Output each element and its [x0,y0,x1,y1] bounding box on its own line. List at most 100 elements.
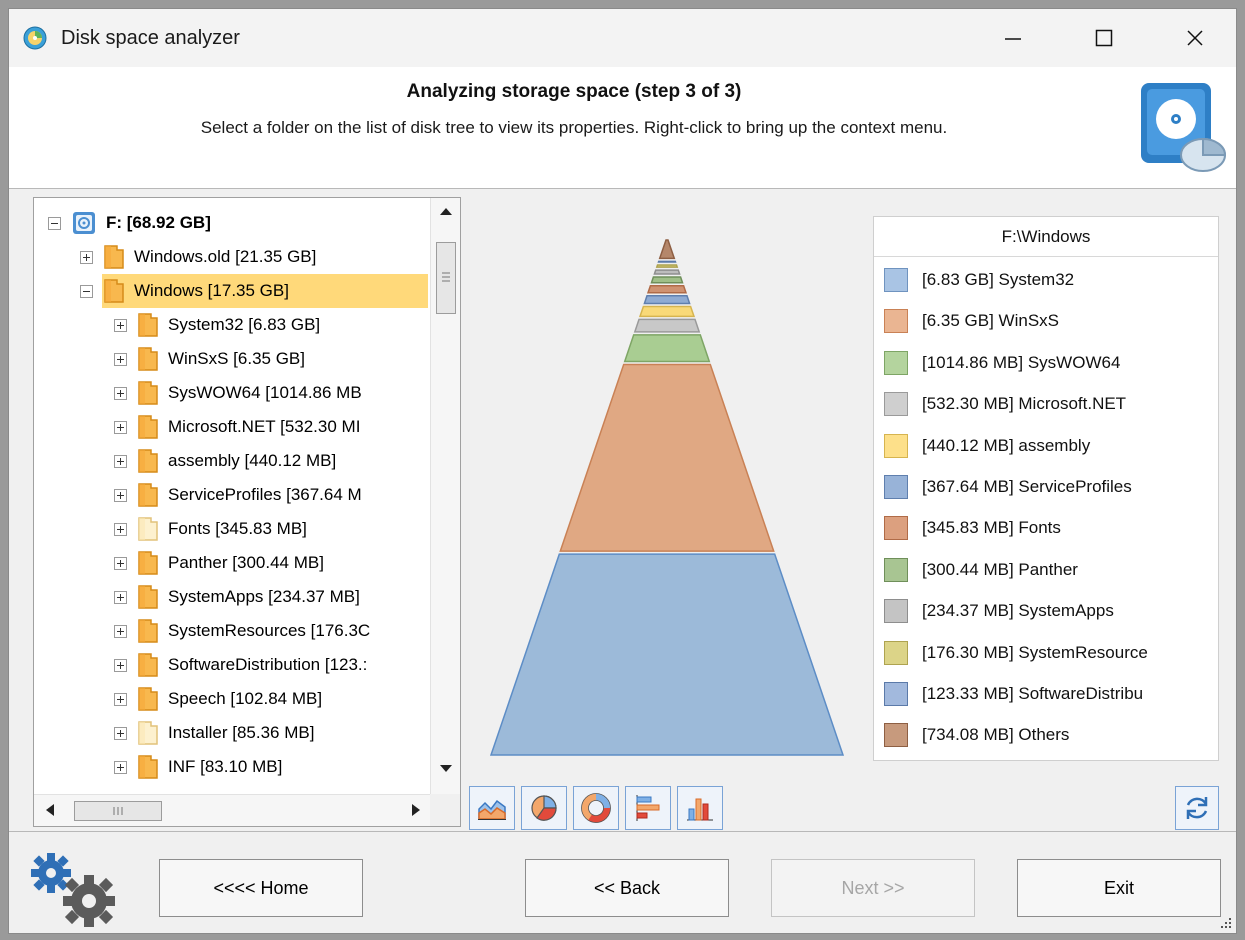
column-chart-icon [687,798,713,821]
pyramid-segment[interactable] [623,334,711,363]
tree-item[interactable]: SystemResources [176.3C [114,614,370,648]
scroll-left-icon[interactable] [36,795,62,825]
bar-chart-button[interactable] [625,786,671,830]
scroll-right-icon[interactable] [404,795,430,825]
area-chart-button[interactable] [469,786,515,830]
tree-root-label: F: [68.92 GB] [106,213,211,232]
expand-icon[interactable] [114,522,127,536]
legend-swatch [884,599,908,624]
expand-icon[interactable] [114,454,127,468]
tree-item[interactable]: Installer [85.36 MB] [114,716,314,750]
legend-swatch [884,640,908,665]
tree-item[interactable]: ServiceProfiles [367.64 M [114,478,362,512]
close-button[interactable] [1164,9,1226,67]
next-button: Next >> [771,859,975,917]
title-bar: Disk space analyzer [9,9,1236,67]
disk-tree[interactable]: F: [68.92 GB] Windows.old [21.35 GB] Wind… [33,197,461,827]
expand-icon[interactable] [114,658,127,672]
folder-icon [138,381,158,405]
tree-item[interactable]: Microsoft.NET [532.30 MI [114,410,360,444]
minimize-button[interactable] [982,9,1044,67]
pyramid-segment[interactable] [638,305,696,318]
expand-icon[interactable] [114,488,127,502]
pyramid-segment[interactable] [633,318,701,333]
pyramid-segment[interactable] [643,295,691,305]
pyramid-segment[interactable] [489,553,845,756]
maximize-button[interactable] [1073,9,1135,67]
expand-icon[interactable] [114,624,127,638]
vertical-scroll-thumb[interactable] [436,242,456,314]
collapse-icon[interactable] [80,284,93,298]
legend-item: [300.44 MB] Panther [884,555,1078,585]
legend-label: [367.64 MB] ServiceProfiles [922,477,1132,496]
legend-label: [440.12 MB] assembly [922,435,1091,455]
tree-root[interactable]: F: [68.92 GB] [48,206,211,240]
tree-item[interactable]: assembly [440.12 MB] [114,444,336,478]
pyramid-segment[interactable] [653,269,681,275]
expand-icon[interactable] [114,420,127,434]
tree-item[interactable]: SoftwareDistribution [123.: [114,648,367,682]
tree-item[interactable]: SysWOW64 [1014.86 MB [114,376,362,410]
tree-item[interactable]: System32 [6.83 GB] [114,308,320,342]
legend-label: [234.37 MB] SystemApps [922,601,1114,621]
pyramid-segment[interactable] [655,264,679,268]
folder-icon [138,551,158,575]
tree-item[interactable]: Windows [17.35 GB] [80,274,428,308]
home-button[interactable]: <<<< Home [159,859,363,917]
pyramid-segment[interactable] [650,276,684,284]
column-chart-button[interactable] [677,786,723,830]
scroll-up-icon[interactable] [431,198,461,224]
tree-item[interactable]: WinSxS [6.35 GB] [114,342,305,376]
tree-item-label: Microsoft.NET [532.30 MI [168,417,361,436]
legend-swatch [884,557,908,582]
expand-icon[interactable] [114,760,127,774]
step-instructions: Select a folder on the list of disk tree… [200,118,948,137]
doughnut-chart-button[interactable] [573,786,619,830]
horizontal-scroll-thumb[interactable] [74,801,162,821]
refresh-button[interactable] [1175,786,1219,830]
resize-grip-icon[interactable] [1219,916,1233,930]
tree-item[interactable]: Fonts [345.83 MB] [114,512,307,546]
tree-item[interactable]: Windows.old [21.35 GB] [80,240,316,274]
legend-item: [176.30 MB] SystemResource [884,638,1148,668]
pyramid-segment[interactable] [657,260,677,263]
exit-button[interactable]: Exit [1017,859,1221,917]
scroll-down-icon[interactable] [431,756,461,782]
pyramid-segment[interactable] [559,363,775,552]
tree-horizontal-scrollbar[interactable] [34,794,432,826]
pyramid-segment[interactable] [658,239,676,260]
chart-legend: F:\Windows [6.83 GB] System32 [6.35 GB] W… [873,216,1219,761]
expand-icon[interactable] [114,318,127,332]
expand-icon[interactable] [114,726,127,740]
legend-swatch [884,475,908,499]
area-chart-icon [478,799,506,820]
expand-icon[interactable] [114,386,127,400]
step-title: Analyzing storage space (step 3 of 3) [406,81,742,102]
legend-item: [123.33 MB] SoftwareDistribu [884,679,1143,709]
pyramid-chart-svg [489,239,845,756]
legend-label: [176.30 MB] SystemResource [922,642,1148,662]
tree-vertical-scrollbar[interactable] [430,198,460,794]
legend-swatch [884,350,908,375]
expand-icon[interactable] [114,590,127,604]
pie-chart-button[interactable] [521,786,567,830]
expand-icon[interactable] [80,250,93,264]
tree-item[interactable]: SystemApps [234.37 MB] [114,580,360,614]
tree-item[interactable]: Panther [300.44 MB] [114,546,324,580]
folder-icon [138,517,158,541]
back-button[interactable]: << Back [525,859,729,917]
legend-swatch [884,392,908,417]
legend-label: [532.30 MB] Microsoft.NET [922,394,1127,414]
window-title: Disk space analyzer [61,27,240,49]
thumb-grip-icon [442,272,450,282]
collapse-icon[interactable] [48,216,61,230]
expand-icon[interactable] [114,352,127,366]
expand-icon[interactable] [114,692,127,706]
legend-swatch [884,433,908,458]
folder-icon [138,755,158,779]
expand-icon[interactable] [114,556,127,570]
tree-item[interactable]: Speech [102.84 MB] [114,682,322,716]
pyramid-segment[interactable] [646,284,688,294]
tree-item[interactable]: INF [83.10 MB] [114,750,282,784]
refresh-icon [1186,797,1208,819]
